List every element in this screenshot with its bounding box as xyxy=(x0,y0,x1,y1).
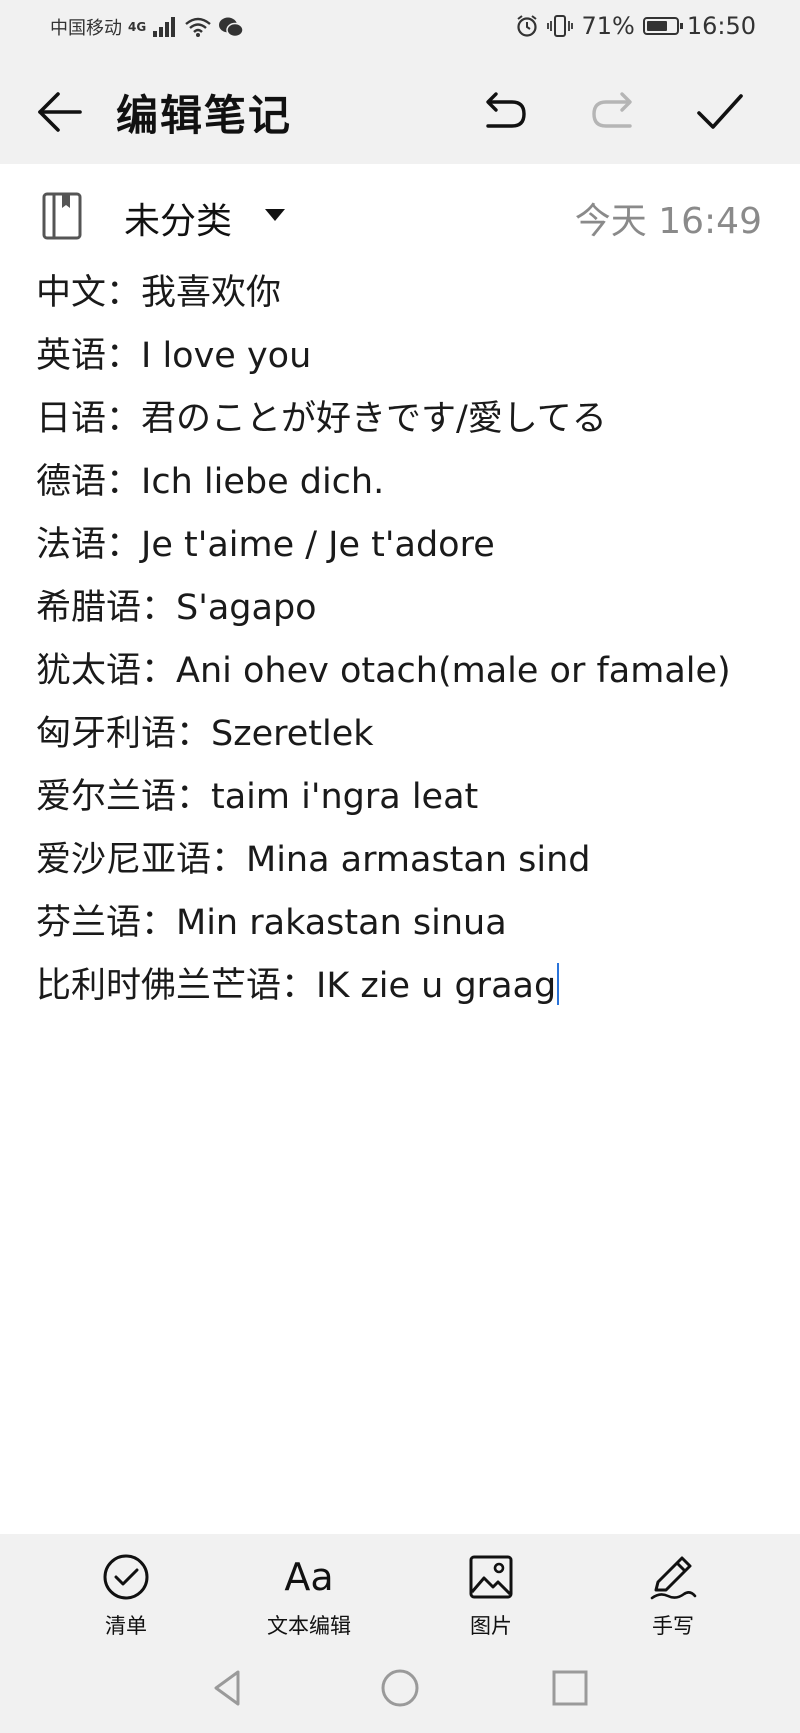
note-line-text: 匈牙利语：Szeretlek xyxy=(36,714,374,754)
alarm-icon xyxy=(517,15,538,37)
note-line[interactable]: 中文：我喜欢你 xyxy=(36,262,776,325)
battery-icon xyxy=(642,17,683,35)
note-line[interactable]: 匈牙利语：Szeretlek xyxy=(36,703,776,766)
clock: 16:50 xyxy=(686,12,756,40)
battery-level xyxy=(646,21,667,31)
note-line[interactable]: 芬兰语：Min rakastan sinua xyxy=(36,892,776,955)
circle-home-icon[interactable] xyxy=(378,1666,422,1710)
redo-icon[interactable] xyxy=(588,88,640,136)
status-right: 71% 16:50 xyxy=(515,12,756,40)
battery-percent: 71% xyxy=(581,12,635,40)
note-line-text: 芬兰语：Min rakastan sinua xyxy=(36,903,507,943)
image-button[interactable]: 图片 xyxy=(431,1552,551,1640)
handwrite-button[interactable]: 手写 xyxy=(613,1552,733,1640)
note-line[interactable]: 犹太语：Ani ohev otach(male or famale) xyxy=(36,640,776,703)
note-date: 今天 16:49 xyxy=(574,201,762,242)
note-line[interactable]: 英语：I love you xyxy=(36,325,776,388)
note-line[interactable]: 德语：Ich liebe dich. xyxy=(36,451,776,514)
handwrite-label: 手写 xyxy=(652,1614,694,1638)
checklist-label: 清单 xyxy=(105,1614,147,1638)
image-icon xyxy=(469,1555,513,1599)
network-type-label: 4G xyxy=(128,20,147,34)
note-content-editor[interactable]: 中文：我喜欢你 英语：I love you 日语：君のことが好きです/愛してる 德语：… xyxy=(36,262,776,1018)
pen-icon xyxy=(650,1556,697,1600)
note-line[interactable]: 日语：君のことが好きです/愛してる xyxy=(36,388,776,451)
page-title: 编辑笔记 xyxy=(116,91,293,140)
wechat-icon xyxy=(219,17,244,38)
checklist-button[interactable]: 清单 xyxy=(66,1552,186,1640)
bottom-toolbar: 清单 Aa 文本编辑 图片 手写 xyxy=(0,1534,800,1644)
image-label: 图片 xyxy=(470,1614,512,1638)
caret-down-icon[interactable] xyxy=(264,208,286,222)
text-edit-button[interactable]: Aa 文本编辑 xyxy=(249,1552,369,1640)
category-dropdown[interactable]: 未分类 xyxy=(124,192,232,244)
status-left: 中国移动 4G xyxy=(50,14,244,40)
note-line-text: 犹太语：Ani ohev otach(male or famale) xyxy=(36,651,731,691)
note-line-text: 中文：我喜欢你 xyxy=(36,273,282,313)
note-line[interactable]: 比利时佛兰芒语：IK zie u graag xyxy=(36,955,776,1018)
square-recent-icon[interactable] xyxy=(548,1666,592,1710)
vibrate-icon xyxy=(547,15,574,37)
wifi-icon xyxy=(185,17,211,37)
note-header: 未分类 今天 16:49 xyxy=(0,170,800,260)
app-bar: 编辑笔记 xyxy=(0,56,800,164)
note-editor-screen: 中国移动 4G 71% 16:50 编辑笔记 未分类 今天 16:49 中文：我… xyxy=(0,0,800,1733)
notebook-icon xyxy=(42,192,82,240)
text-edit-label: 文本编辑 xyxy=(267,1614,351,1638)
note-line[interactable]: 希腊语：S'agapo xyxy=(36,577,776,640)
circle-check-icon xyxy=(103,1554,149,1600)
note-line-text: 英语：I love you xyxy=(36,336,312,376)
note-line-text: 比利时佛兰芒语：IK zie u graag xyxy=(36,966,557,1006)
note-line-text: 爱尔兰语：taim i'ngra leat xyxy=(36,777,479,817)
note-line[interactable]: 爱沙尼亚语：Mina armastan sind xyxy=(36,829,776,892)
note-line[interactable]: 法语：Je t'aime / Je t'adore xyxy=(36,514,776,577)
check-icon[interactable] xyxy=(694,86,746,138)
note-line[interactable]: 爱尔兰语：taim i'ngra leat xyxy=(36,766,776,829)
note-line-text: 日语：君のことが好きです/愛してる xyxy=(36,399,607,439)
undo-icon[interactable] xyxy=(478,88,530,136)
text-cursor xyxy=(557,963,560,1005)
carrier-label: 中国移动 xyxy=(50,18,122,39)
triangle-back-icon[interactable] xyxy=(206,1666,250,1710)
text-format-icon: Aa xyxy=(284,1555,334,1599)
note-line-text: 法语：Je t'aime / Je t'adore xyxy=(36,525,495,565)
status-bar: 中国移动 4G 71% 16:50 xyxy=(0,0,800,56)
signal-icon xyxy=(153,17,176,37)
system-nav-bar xyxy=(0,1644,800,1733)
arrow-left-icon[interactable] xyxy=(34,86,86,138)
note-line-text: 爱沙尼亚语：Mina armastan sind xyxy=(36,840,591,880)
note-line-text: 希腊语：S'agapo xyxy=(36,588,317,628)
note-line-text: 德语：Ich liebe dich. xyxy=(36,462,385,502)
